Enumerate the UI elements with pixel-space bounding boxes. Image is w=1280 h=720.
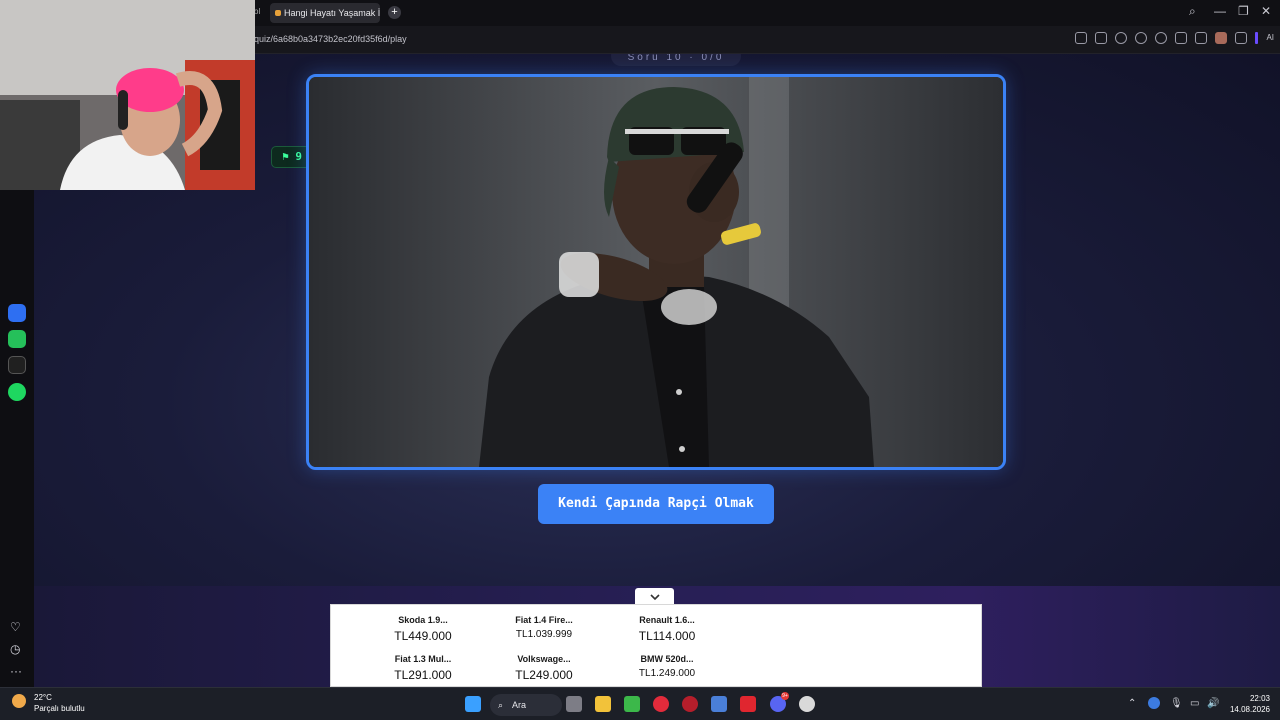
- whatsapp-icon[interactable]: [8, 330, 26, 348]
- spotify-icon[interactable]: [8, 383, 26, 401]
- ad-item[interactable]: Fiat 1.3 Mul... TL291.000: [368, 654, 478, 682]
- weather-widget[interactable]: 22°C Parçalı bulutlu: [12, 692, 85, 714]
- windows-start-icon[interactable]: [465, 696, 481, 712]
- ad-item-price: TL1.249.000: [638, 668, 696, 679]
- webcam-overlay: [0, 0, 255, 190]
- answer-button[interactable]: Kendi Çapında Rapçi Olmak: [538, 484, 774, 524]
- restore-icon[interactable]: ❐: [1238, 4, 1249, 18]
- camera-icon[interactable]: [1095, 32, 1108, 44]
- aria-ai-button[interactable]: AI: [1266, 32, 1274, 44]
- question-indicator: Soru 10 · 0/0: [611, 54, 741, 66]
- toolbar-icons: AI: [1075, 32, 1274, 44]
- ad-item[interactable]: Skoda 1.9... TL449.000: [368, 615, 478, 643]
- app-icon[interactable]: [682, 696, 698, 712]
- network-icon[interactable]: ▭: [1190, 698, 1199, 709]
- ad-item[interactable]: Renault 1.6... TL114.000: [612, 615, 722, 643]
- nvidia-icon[interactable]: [624, 696, 640, 712]
- browser-sidebar: ♡ ◷ ···: [0, 190, 34, 687]
- tab-favicon-icon: [275, 10, 281, 16]
- download-icon[interactable]: [1175, 32, 1188, 44]
- steam-icon[interactable]: [799, 696, 815, 712]
- chevron-down-icon: [649, 594, 660, 601]
- more-icon[interactable]: ···: [10, 664, 22, 678]
- tray-app-icon[interactable]: [1148, 697, 1160, 709]
- minimize-icon[interactable]: —: [1214, 4, 1226, 18]
- security-app-icon[interactable]: [711, 696, 727, 712]
- streamer-video: [0, 0, 255, 190]
- file-explorer-icon[interactable]: [595, 696, 611, 712]
- history-icon[interactable]: ◷: [10, 642, 20, 656]
- score-flag-icon: ⚑: [282, 150, 289, 163]
- heart-icon[interactable]: ♡: [10, 620, 21, 634]
- messenger-icon[interactable]: [8, 304, 26, 322]
- clock[interactable]: 22:03 14.08.2026: [1230, 693, 1270, 715]
- edit-icon[interactable]: [1075, 32, 1088, 44]
- play-icon[interactable]: [1135, 32, 1148, 44]
- x-icon[interactable]: [8, 356, 26, 374]
- search-label: Ara: [512, 700, 527, 710]
- sidebar-indicator: [1255, 32, 1259, 44]
- ad-item-price: TL291.000: [394, 668, 452, 682]
- taskbar-search[interactable]: ⌕ Ara: [490, 694, 562, 716]
- weather-icon: [12, 694, 26, 708]
- ad-item[interactable]: Fiat 1.4 Fire... TL1.039.999: [489, 615, 599, 640]
- tab-title: Hangi Hayatı Yaşamak İste: [284, 8, 380, 18]
- clock-date: 14.08.2026: [1229, 705, 1270, 714]
- ad-item-name: Fiat 1.4 Fire...: [515, 615, 573, 625]
- search-icon[interactable]: ⌕: [1189, 4, 1196, 19]
- new-tab-button[interactable]: +: [388, 6, 401, 19]
- url-field[interactable]: quiz/6a68b0a3473b2ec20fd35f6d/play: [254, 34, 407, 44]
- weather-desc: Parçalı bulutlu: [34, 704, 85, 713]
- heart-icon[interactable]: [1155, 32, 1168, 44]
- ad-item-name: BMW 520d...: [640, 654, 694, 664]
- ad-item[interactable]: BMW 520d... TL1.249.000: [612, 654, 722, 679]
- rapper-photo: [309, 77, 1003, 467]
- search-icon: ⌕: [498, 700, 504, 710]
- ad-item-price: TL249.000: [515, 668, 573, 682]
- extensions-icon[interactable]: [1235, 32, 1248, 44]
- office-app-icon[interactable]: [740, 696, 756, 712]
- menu-icon[interactable]: [1195, 32, 1208, 44]
- ad-item-name: Fiat 1.3 Mul...: [394, 654, 452, 664]
- ad-item-price: TL1.039.999: [515, 629, 573, 640]
- clock-time: 22:03: [1249, 694, 1270, 703]
- close-icon[interactable]: ✕: [1261, 4, 1271, 18]
- weather-temp: 22°C: [34, 693, 52, 702]
- ad-item-name: Skoda 1.9...: [398, 615, 448, 625]
- taskbar: 22°C Parçalı bulutlu ⌕ Ara 9+ ⌃ 🎙 ▭ 🔊 22…: [0, 687, 1280, 720]
- quiz-image: [306, 74, 1006, 470]
- ad-item-price: TL114.000: [638, 629, 696, 643]
- ad-item-name: Volkswage...: [517, 654, 571, 664]
- shield-icon[interactable]: [1115, 32, 1128, 44]
- ad-item-price: TL449.000: [394, 629, 452, 643]
- opera-gx-icon[interactable]: [653, 696, 669, 712]
- tab-active[interactable]: Hangi Hayatı Yaşamak İste: [270, 3, 380, 23]
- task-view-icon[interactable]: [566, 696, 582, 712]
- ad-item[interactable]: Volkswage... TL249.000: [489, 654, 599, 682]
- profile-avatar[interactable]: [1215, 32, 1228, 44]
- ad-item-name: Renault 1.6...: [639, 615, 695, 625]
- ad-panel: Skoda 1.9... TL449.000 Fiat 1.4 Fire... …: [330, 604, 982, 687]
- volume-icon[interactable]: 🔊: [1207, 698, 1219, 709]
- score-value: 9: [295, 150, 302, 163]
- notification-badge: 9+: [781, 692, 789, 700]
- tray-expand-icon[interactable]: ⌃: [1128, 698, 1136, 709]
- microphone-icon[interactable]: 🎙: [1170, 698, 1183, 709]
